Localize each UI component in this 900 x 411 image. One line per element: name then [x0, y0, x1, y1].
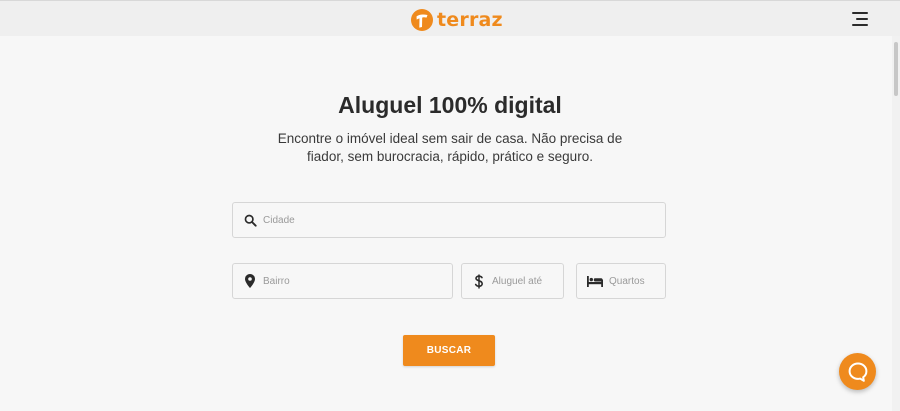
search-icon	[243, 213, 257, 227]
rooms-field[interactable]	[576, 263, 666, 299]
search-submit-button[interactable]: BUSCAR	[403, 335, 495, 366]
chat-button[interactable]	[839, 353, 876, 390]
brand-logo[interactable]: terraz	[410, 7, 503, 33]
city-input[interactable]	[263, 203, 665, 237]
page-title: Aluguel 100% digital	[338, 92, 562, 118]
rent-limit-field[interactable]	[461, 263, 564, 299]
dollar-icon	[472, 274, 486, 288]
page-subtitle: Encontre o imóvel ideal sem sair de casa…	[277, 131, 623, 164]
bed-icon	[587, 274, 603, 288]
brand-logo-text: terraz	[437, 9, 503, 31]
neighborhood-field[interactable]	[232, 263, 453, 299]
chat-bubble-icon	[848, 362, 867, 382]
neighborhood-input[interactable]	[263, 264, 452, 298]
top-navigation-bar: terraz	[0, 0, 900, 36]
scrollbar-thumb[interactable]	[894, 42, 898, 96]
rent-limit-input[interactable]	[492, 264, 563, 298]
hamburger-menu-icon[interactable]	[846, 11, 868, 29]
city-search-field[interactable]	[232, 202, 666, 238]
terraz-logo-icon	[411, 9, 433, 31]
map-pin-icon	[243, 274, 257, 288]
rooms-input[interactable]	[609, 264, 665, 298]
